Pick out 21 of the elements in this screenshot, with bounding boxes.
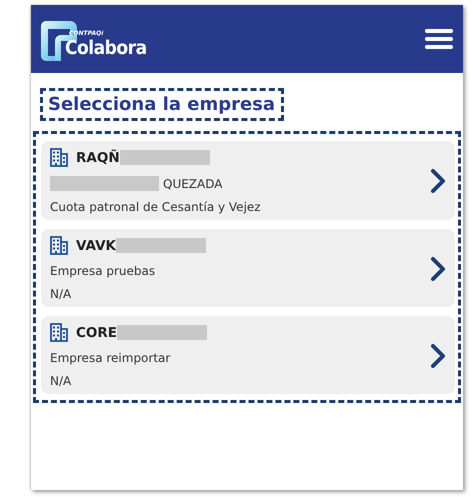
building-icon — [50, 148, 68, 167]
company-card[interactable]: CORE Empresa reimportar N/A — [41, 316, 455, 394]
product-name: Colabora — [65, 37, 147, 59]
building-icon — [50, 236, 68, 255]
company-name: RAQÑ — [76, 150, 120, 166]
company-card[interactable]: VAVK Empresa pruebas N/A — [41, 229, 455, 307]
page-title: Selecciona la empresa — [40, 88, 284, 121]
company-card[interactable]: RAQÑ QUEZADA Cuota patronal de Cesantía y Vejez — [41, 141, 455, 220]
company-detail: N/A — [50, 287, 72, 301]
chevron-right-icon — [429, 342, 447, 370]
company-name: CORE — [76, 324, 118, 340]
chevron-right-icon — [429, 254, 447, 282]
company-detail: QUEZADA — [163, 176, 222, 190]
company-detail: N/A — [50, 374, 72, 388]
company-detail: Empresa pruebas — [50, 264, 156, 278]
menu-icon[interactable] — [425, 29, 453, 49]
company-name: VAVK — [76, 238, 116, 254]
company-detail: Cuota patronal de Cesantía y Vejez — [50, 200, 261, 214]
building-icon — [50, 323, 68, 342]
chevron-right-icon — [429, 167, 447, 195]
company-detail: Empresa reimportar — [50, 351, 170, 365]
